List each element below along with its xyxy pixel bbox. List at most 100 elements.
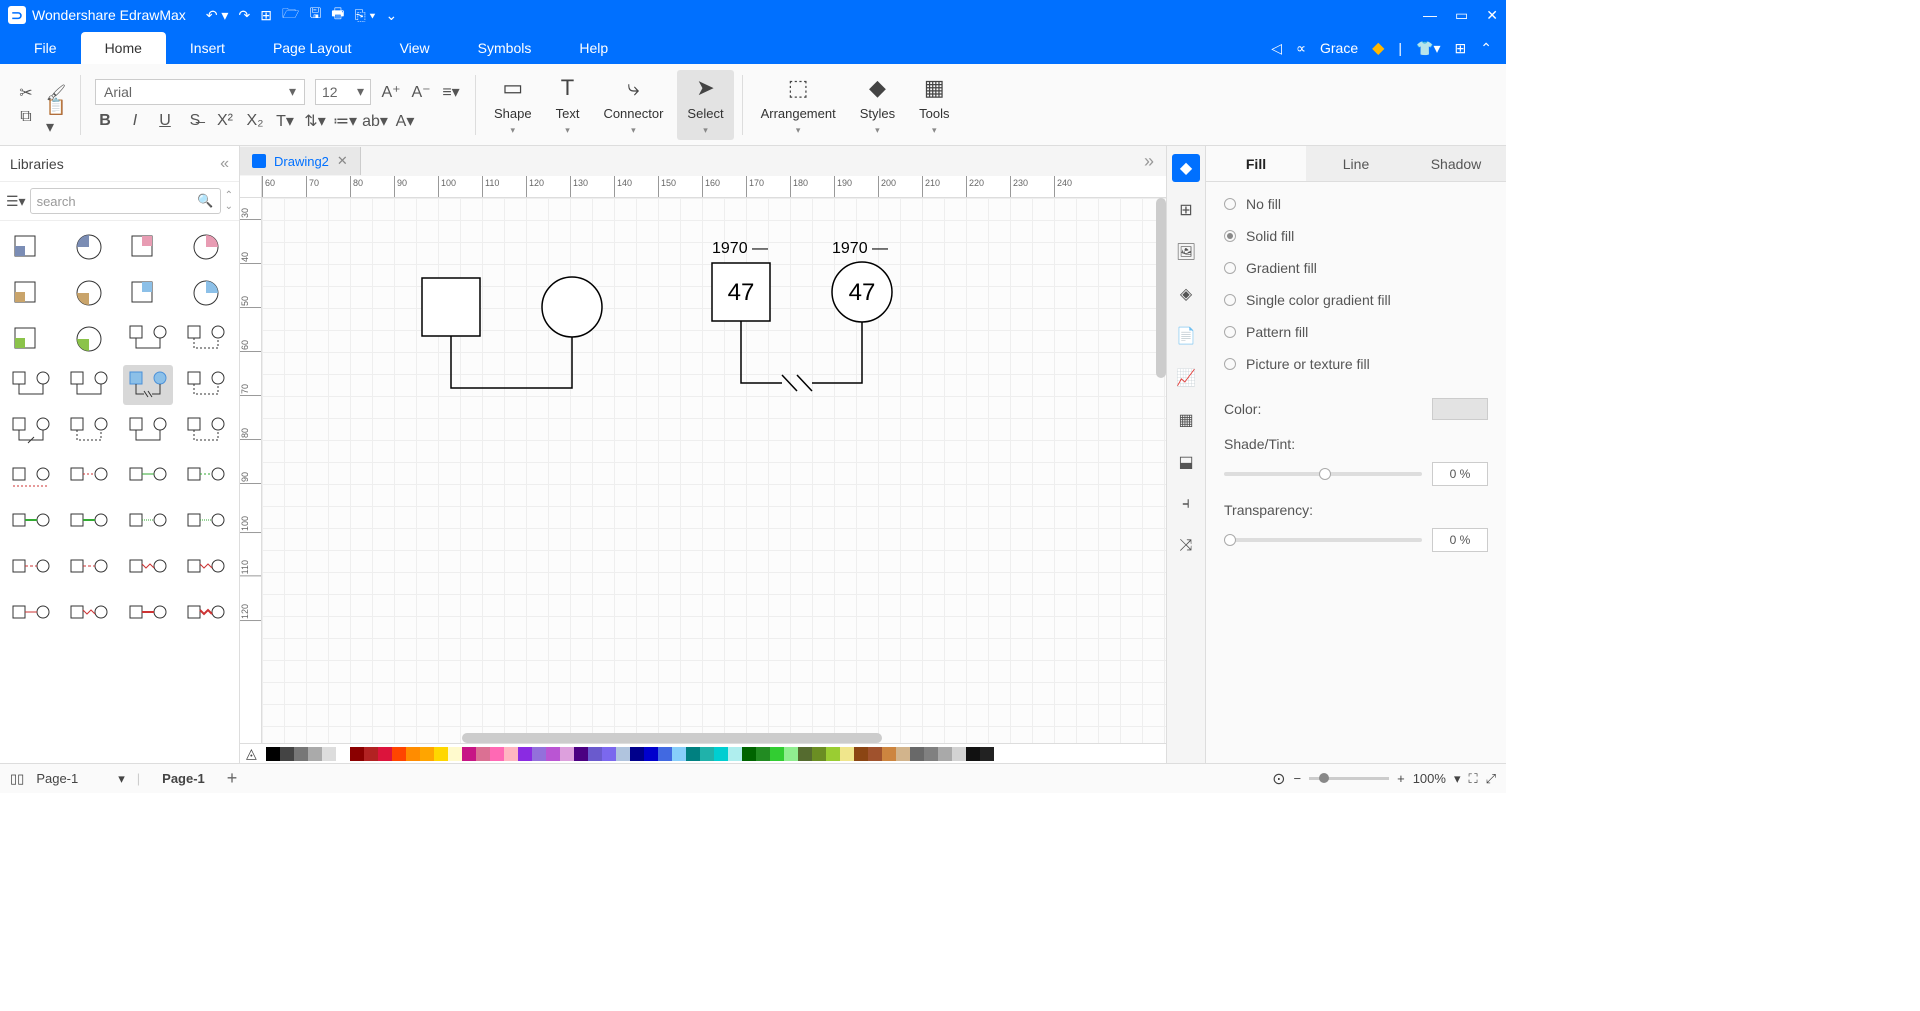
close-icon[interactable]: ✕ xyxy=(1486,7,1498,24)
menu-home[interactable]: Home xyxy=(81,32,166,64)
connector-tool[interactable]: ⤷ Connector ▾ xyxy=(593,70,673,140)
color-swatch-cell[interactable] xyxy=(504,747,518,761)
zoom-slider[interactable] xyxy=(1309,777,1389,780)
color-swatch-cell[interactable] xyxy=(770,747,784,761)
color-swatch-cell[interactable] xyxy=(714,747,728,761)
color-swatch-cell[interactable] xyxy=(882,747,896,761)
premium-icon[interactable]: ◆ xyxy=(1372,38,1384,58)
page-dropdown[interactable]: Page-1 ▾ xyxy=(36,771,124,787)
fill-option-solid[interactable]: Solid fill xyxy=(1224,228,1488,244)
page-panel-icon[interactable]: 📄 xyxy=(1172,322,1200,350)
color-swatch-cell[interactable] xyxy=(266,747,280,761)
grid-panel-icon[interactable]: ⊞ xyxy=(1172,196,1200,224)
align-icon[interactable]: ≡▾ xyxy=(441,82,461,102)
arrangement-tool[interactable]: ⬚ Arrangement ▾ xyxy=(751,70,846,140)
zoom-value[interactable]: 100% xyxy=(1413,771,1446,786)
menu-page-layout[interactable]: Page Layout xyxy=(249,32,376,64)
color-swatch-cell[interactable] xyxy=(490,747,504,761)
library-shape[interactable] xyxy=(6,319,56,359)
library-shape[interactable] xyxy=(64,227,114,267)
undo-icon[interactable]: ↶ ▾ xyxy=(206,7,229,24)
scroll-up-icon[interactable]: ⌃ xyxy=(225,190,233,201)
color-swatch-cell[interactable] xyxy=(686,747,700,761)
text-tool[interactable]: T Text ▾ xyxy=(546,70,590,140)
color-swatch-cell[interactable] xyxy=(910,747,924,761)
strikethrough-icon[interactable]: S̶ xyxy=(185,111,205,131)
select-tool[interactable]: ➤ Select ▾ xyxy=(677,70,733,140)
chart-panel-icon[interactable]: 📈 xyxy=(1172,364,1200,392)
color-swatch-cell[interactable] xyxy=(756,747,770,761)
color-swatch-cell[interactable] xyxy=(952,747,966,761)
library-shape[interactable] xyxy=(64,273,114,313)
library-shape[interactable] xyxy=(181,549,231,589)
color-swatch-cell[interactable] xyxy=(574,747,588,761)
save-icon[interactable]: 🖫 xyxy=(309,3,321,27)
tab-shadow[interactable]: Shadow xyxy=(1406,146,1506,181)
styles-tool[interactable]: ◆ Styles ▾ xyxy=(850,70,905,140)
library-shape[interactable] xyxy=(6,227,56,267)
library-shape[interactable] xyxy=(123,227,173,267)
color-swatch-cell[interactable] xyxy=(658,747,672,761)
cut-icon[interactable]: ✂ xyxy=(16,83,36,103)
library-shape[interactable] xyxy=(181,503,231,543)
color-swatch-cell[interactable] xyxy=(644,747,658,761)
color-swatch-cell[interactable] xyxy=(420,747,434,761)
maximize-icon[interactable]: ▭ xyxy=(1455,7,1468,24)
library-shape[interactable] xyxy=(181,227,231,267)
color-swatch-cell[interactable] xyxy=(742,747,756,761)
color-swatch-cell[interactable] xyxy=(868,747,882,761)
color-swatch-cell[interactable] xyxy=(728,747,742,761)
genogram-shape-left[interactable] xyxy=(412,258,612,418)
color-swatch-cell[interactable] xyxy=(322,747,336,761)
color-swatch-cell[interactable] xyxy=(532,747,546,761)
text-effects-icon[interactable]: T▾ xyxy=(275,111,295,131)
shade-value[interactable]: 0 % xyxy=(1432,462,1488,486)
library-shape[interactable] xyxy=(123,319,173,359)
tshirt-icon[interactable]: 👕▾ xyxy=(1416,40,1440,57)
color-swatch-cell[interactable] xyxy=(812,747,826,761)
library-shape[interactable] xyxy=(123,457,173,497)
library-shape[interactable] xyxy=(123,549,173,589)
fill-panel-icon[interactable]: ◆ xyxy=(1172,154,1200,182)
menu-view[interactable]: View xyxy=(376,32,454,64)
library-shape[interactable] xyxy=(123,503,173,543)
fill-option-no-fill[interactable]: No fill xyxy=(1224,196,1488,212)
color-swatch-cell[interactable] xyxy=(406,747,420,761)
copy-icon[interactable]: ⧉ xyxy=(16,107,36,127)
library-shape[interactable] xyxy=(181,595,231,635)
color-swatch-cell[interactable] xyxy=(280,747,294,761)
dimension-panel-icon[interactable]: ⬓ xyxy=(1172,448,1200,476)
redo-icon[interactable]: ↷ xyxy=(238,7,250,24)
library-shape[interactable] xyxy=(6,457,56,497)
scroll-down-icon[interactable]: ⌄ xyxy=(225,201,233,212)
library-shape[interactable] xyxy=(6,503,56,543)
table-panel-icon[interactable]: ▦ xyxy=(1172,406,1200,434)
italic-icon[interactable]: I xyxy=(125,111,145,131)
library-shape[interactable] xyxy=(6,273,56,313)
transparency-slider[interactable] xyxy=(1224,538,1422,542)
text-color-icon[interactable]: A▾ xyxy=(395,111,415,131)
library-shape-selected[interactable] xyxy=(123,365,173,405)
open-icon[interactable]: 🗁 xyxy=(282,3,299,27)
color-picker[interactable] xyxy=(1432,398,1488,420)
search-input[interactable]: search 🔍 xyxy=(30,188,221,214)
play-icon[interactable]: ⊙ xyxy=(1272,769,1285,789)
collapse-libraries-icon[interactable]: « xyxy=(220,155,229,173)
color-swatch-cell[interactable] xyxy=(378,747,392,761)
increase-font-icon[interactable]: A⁺ xyxy=(381,82,401,102)
export-icon[interactable]: ⎘ ▾ xyxy=(354,7,375,24)
zoom-out-icon[interactable]: − xyxy=(1294,771,1302,786)
categories-icon[interactable]: ☰▾ xyxy=(6,193,26,210)
tab-fill[interactable]: Fill xyxy=(1206,146,1306,181)
send-icon[interactable]: ◁ xyxy=(1271,40,1282,57)
fill-option-gradient[interactable]: Gradient fill xyxy=(1224,260,1488,276)
subscript-icon[interactable]: X₂ xyxy=(245,111,265,131)
tab-close-icon[interactable]: ✕ xyxy=(337,153,348,169)
color-swatch-cell[interactable] xyxy=(476,747,490,761)
transparency-value[interactable]: 0 % xyxy=(1432,528,1488,552)
color-swatch-cell[interactable] xyxy=(294,747,308,761)
library-shape[interactable] xyxy=(181,411,231,451)
paste-icon[interactable]: 📋▾ xyxy=(46,107,66,127)
menu-file[interactable]: File xyxy=(10,32,81,64)
collapse-ribbon-icon[interactable]: ⌃ xyxy=(1480,40,1492,57)
